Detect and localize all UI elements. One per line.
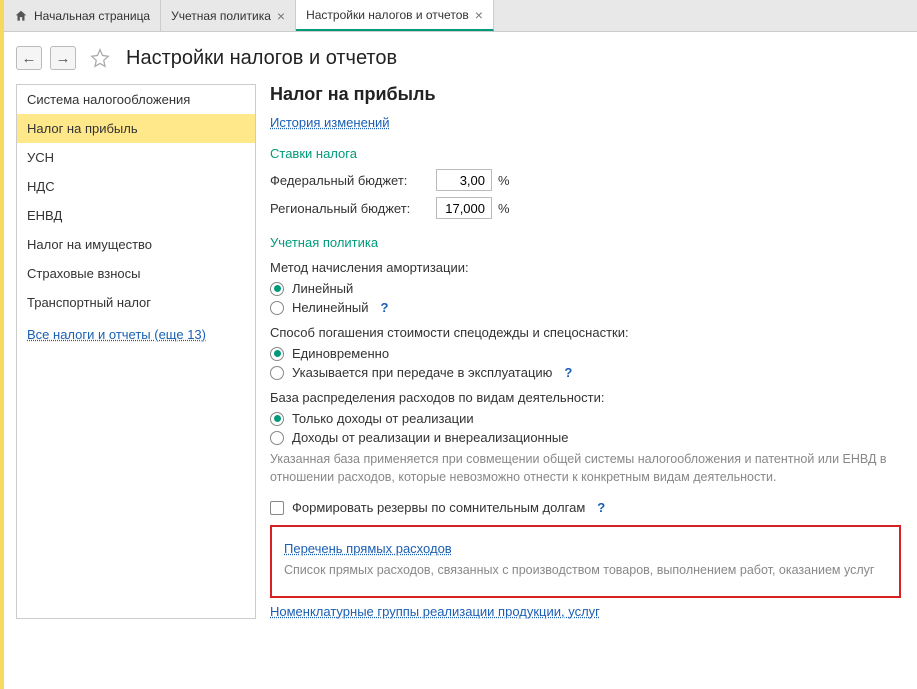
- radio-base-sales-label: Только доходы от реализации: [292, 411, 474, 426]
- sidebar-item-tax-system[interactable]: Система налогообложения: [17, 85, 255, 114]
- checkbox-reserves[interactable]: [270, 501, 284, 515]
- history-link[interactable]: История изменений: [270, 115, 390, 130]
- sidebar-item-usn[interactable]: УСН: [17, 143, 255, 172]
- tab-accounting-policy[interactable]: Учетная политика ×: [161, 0, 296, 31]
- toolbar: ← → Настройки налогов и отчетов: [4, 32, 917, 84]
- sidebar-item-insurance[interactable]: Страховые взносы: [17, 259, 255, 288]
- help-icon[interactable]: ?: [564, 365, 572, 380]
- radio-nonlinear-label: Нелинейный: [292, 300, 369, 315]
- federal-label: Федеральный бюджет:: [270, 173, 430, 188]
- radio-workwear-once[interactable]: [270, 347, 284, 361]
- tab-home[interactable]: Начальная страница: [4, 0, 161, 31]
- section-policy-title: Учетная политика: [270, 235, 901, 250]
- page-title: Настройки налогов и отчетов: [126, 47, 397, 70]
- tab-tax-settings[interactable]: Настройки налогов и отчетов ×: [296, 0, 494, 31]
- base-hint: Указанная база применяется при совмещени…: [270, 451, 901, 486]
- main-panel: Налог на прибыль История изменений Ставк…: [270, 84, 905, 619]
- sidebar-item-property-tax[interactable]: Налог на имущество: [17, 230, 255, 259]
- direct-expenses-hint: Список прямых расходов, связанных с прои…: [284, 562, 887, 580]
- section-rates-title: Ставки налога: [270, 146, 901, 161]
- radio-base-sales[interactable]: [270, 412, 284, 426]
- base-label: База распределения расходов по видам дея…: [270, 390, 901, 405]
- tab-home-label: Начальная страница: [34, 9, 150, 23]
- radio-workwear-onissue-label: Указывается при передаче в эксплуатацию: [292, 365, 552, 380]
- radio-base-all-label: Доходы от реализации и внереализационные: [292, 430, 568, 445]
- nomenclature-groups-link[interactable]: Номенклатурные группы реализации продукц…: [270, 604, 600, 619]
- main-heading: Налог на прибыль: [270, 84, 901, 105]
- radio-base-all[interactable]: [270, 431, 284, 445]
- favorite-icon[interactable]: [90, 48, 110, 68]
- help-icon[interactable]: ?: [381, 300, 389, 315]
- sidebar-item-transport-tax[interactable]: Транспортный налог: [17, 288, 255, 317]
- radio-linear-label: Линейный: [292, 281, 353, 296]
- regional-label: Региональный бюджет:: [270, 201, 430, 216]
- close-icon[interactable]: ×: [277, 8, 285, 24]
- close-icon[interactable]: ×: [475, 7, 483, 23]
- radio-workwear-once-label: Единовременно: [292, 346, 389, 361]
- radio-workwear-onissue[interactable]: [270, 366, 284, 380]
- radio-nonlinear[interactable]: [270, 301, 284, 315]
- regional-input[interactable]: [436, 197, 492, 219]
- percent-sign: %: [498, 173, 510, 188]
- highlight-box: Перечень прямых расходов Список прямых р…: [270, 525, 901, 598]
- sidebar-item-envd[interactable]: ЕНВД: [17, 201, 255, 230]
- tab-label: Учетная политика: [171, 9, 271, 23]
- sidebar: Система налогообложения Налог на прибыль…: [16, 84, 256, 619]
- tabs-bar: Начальная страница Учетная политика × На…: [4, 0, 917, 32]
- workwear-label: Способ погашения стоимости спецодежды и …: [270, 325, 901, 340]
- percent-sign: %: [498, 201, 510, 216]
- federal-input[interactable]: [436, 169, 492, 191]
- home-icon: [14, 9, 28, 23]
- amortization-label: Метод начисления амортизации:: [270, 260, 901, 275]
- sidebar-item-vat[interactable]: НДС: [17, 172, 255, 201]
- tab-label: Настройки налогов и отчетов: [306, 8, 469, 22]
- checkbox-reserves-label: Формировать резервы по сомнительным долг…: [292, 500, 585, 515]
- radio-linear[interactable]: [270, 282, 284, 296]
- sidebar-all-taxes-link[interactable]: Все налоги и отчеты (еще 13): [27, 327, 206, 342]
- back-button[interactable]: ←: [16, 46, 42, 70]
- sidebar-item-profit-tax[interactable]: Налог на прибыль: [17, 114, 255, 143]
- direct-expenses-link[interactable]: Перечень прямых расходов: [284, 541, 452, 556]
- help-icon[interactable]: ?: [597, 500, 605, 515]
- forward-button[interactable]: →: [50, 46, 76, 70]
